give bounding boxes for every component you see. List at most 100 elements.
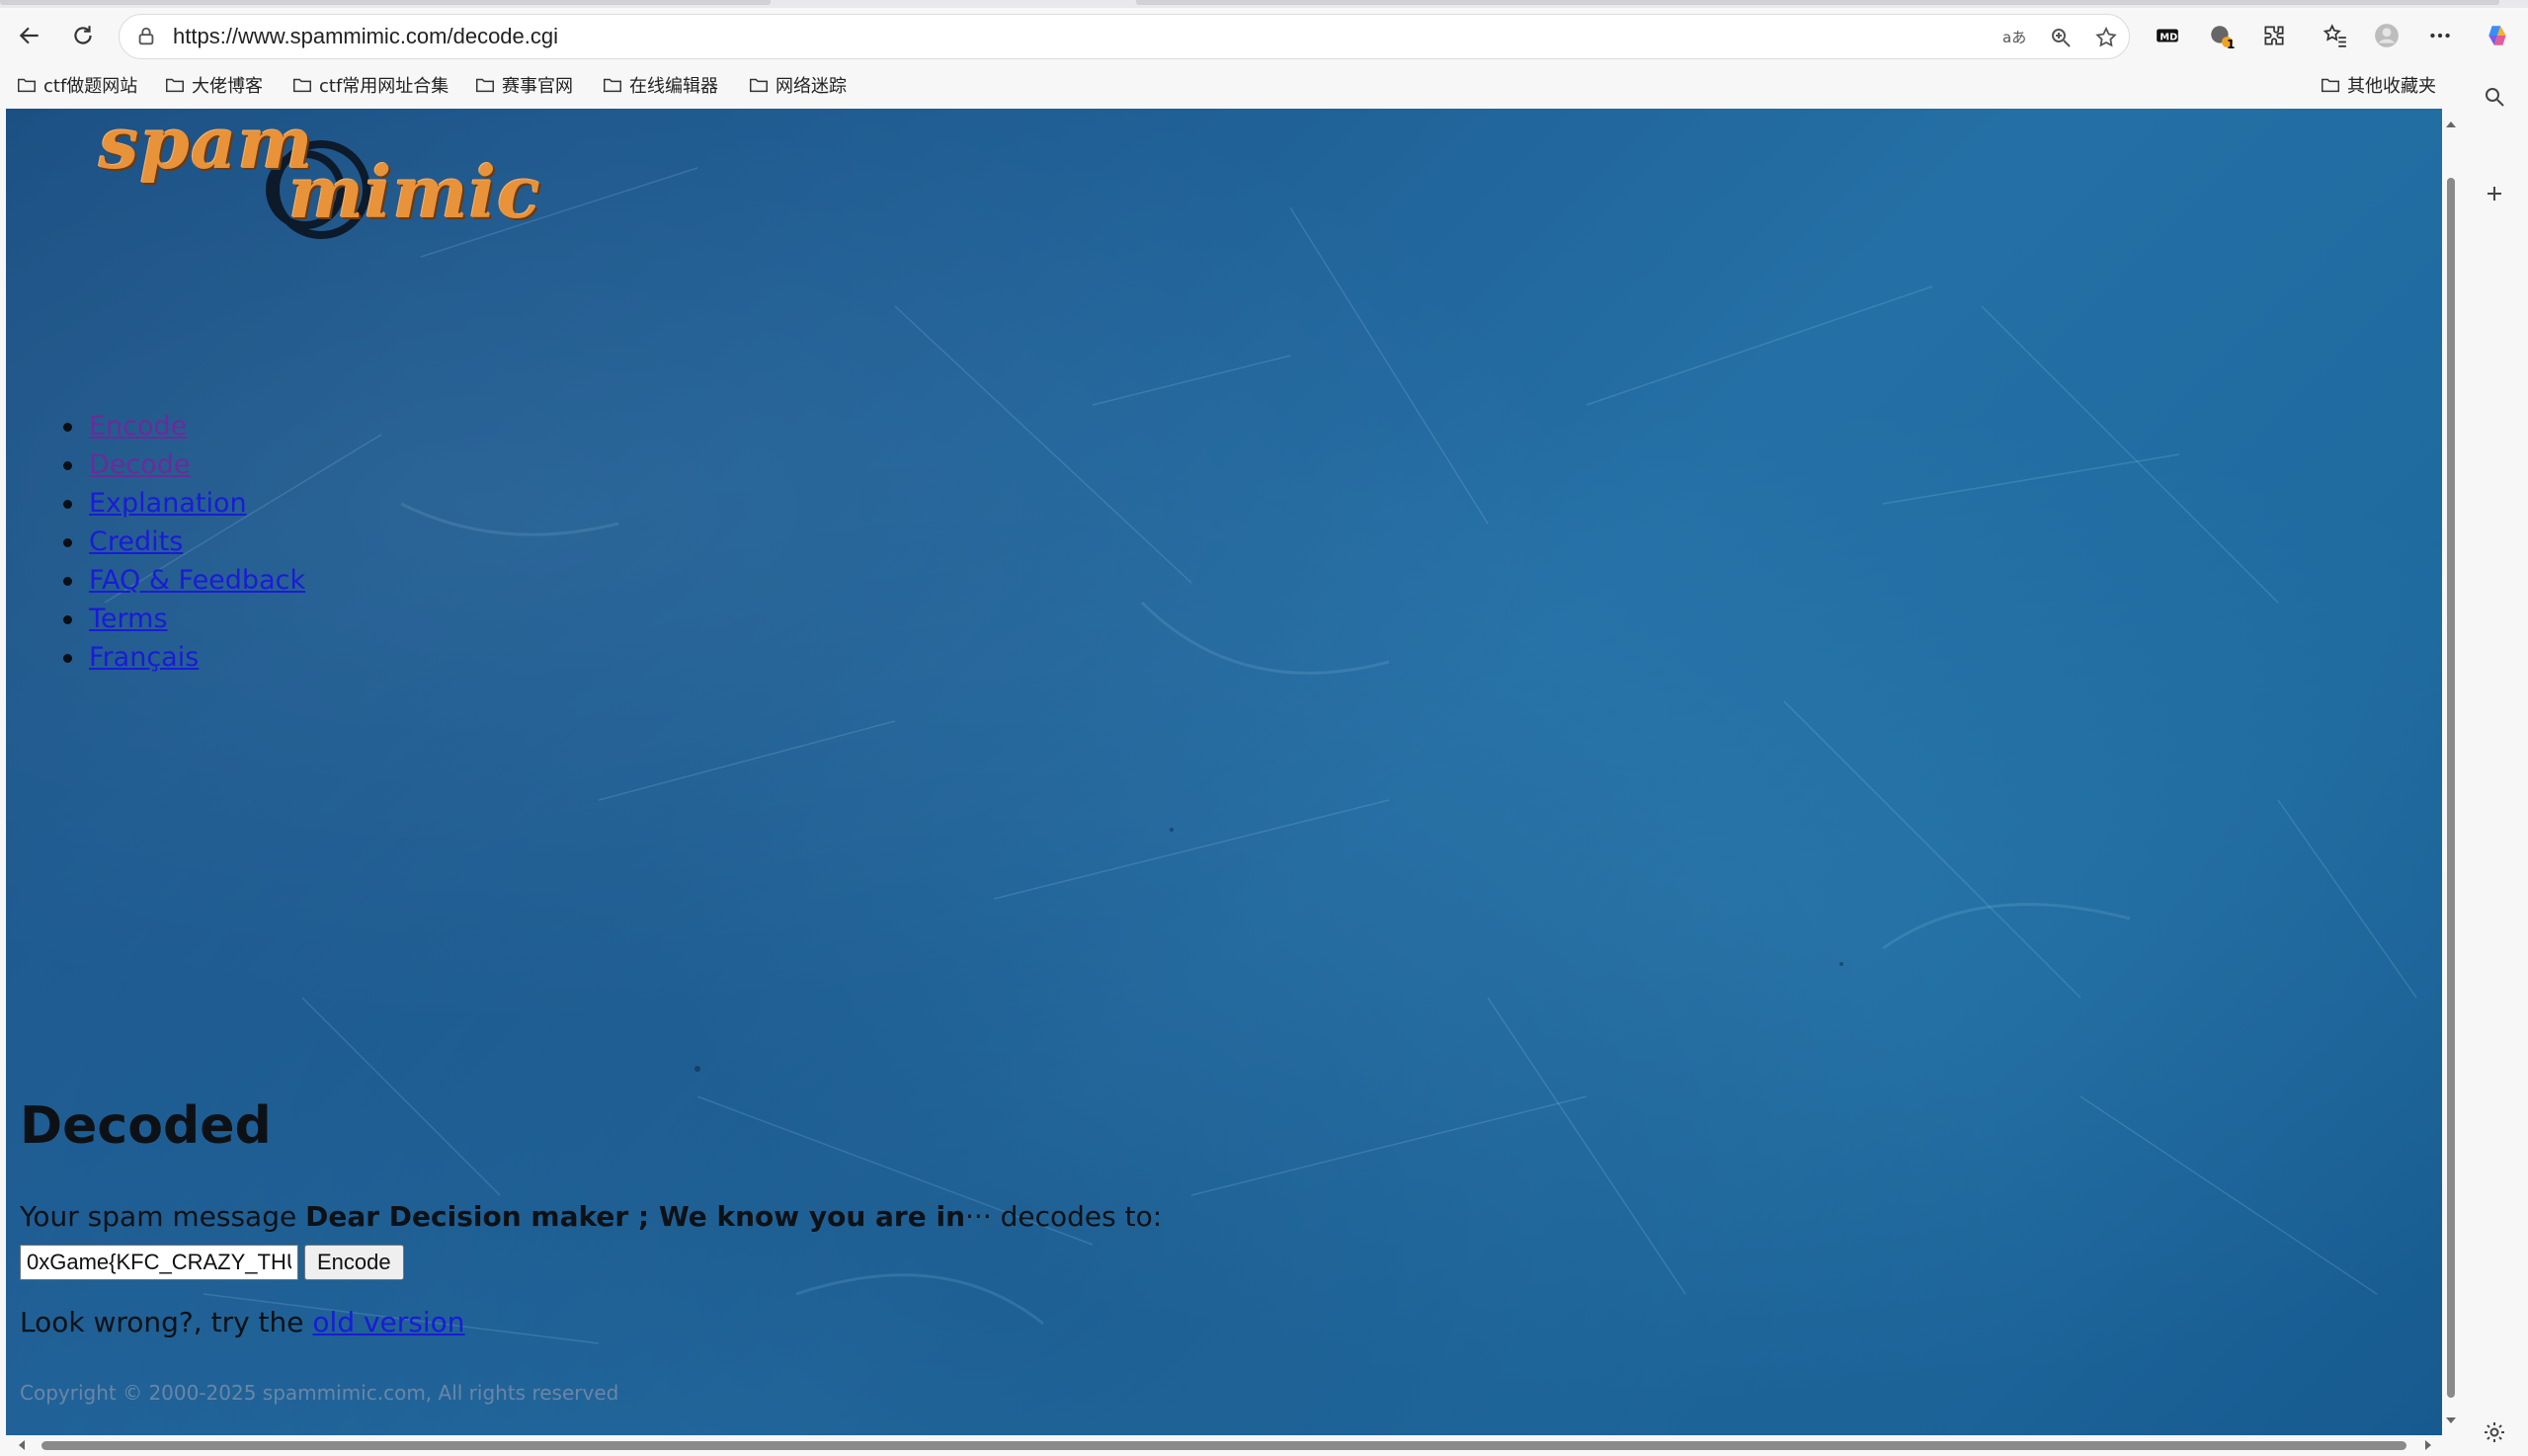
bookmark-folder-ctf-links[interactable]: ctf常用网址合集 [285,71,454,99]
folder-icon [166,78,184,93]
folder-icon [750,78,768,93]
more-menu-button[interactable] [2422,18,2458,53]
nav-item-terms: Terms [55,600,305,638]
nav-item-credits: Credits [55,523,305,561]
page-title: Decoded [20,1096,272,1156]
logo-word-mimic: mimic [288,150,541,234]
bookmark-label: 其他收藏夹 [2347,76,2436,97]
favorite-star-icon[interactable] [2091,23,2121,52]
address-bar[interactable]: https://www.spammimic.com/decode.cgi aあ [119,14,2130,59]
bookmark-folder-editors[interactable]: 在线编辑器 [596,71,724,99]
copilot-button[interactable] [2480,18,2515,53]
bookmark-label: 网络迷踪 [775,76,847,97]
svg-text:aあ: aあ [2002,29,2025,46]
copilot-icon [2488,26,2506,45]
bookmark-folder-blogs[interactable]: 大佬博客 [158,71,269,99]
bookmarks-bar: ctf做题网站 大佬博客 ctf常用网址合集 赛事官网 在线编辑器 网络迷踪 其… [0,63,2528,108]
folder-icon [18,78,36,93]
result-row: Encode [20,1245,404,1280]
nav-link-terms[interactable]: Terms [89,604,168,634]
tab-strip [0,0,2528,8]
decoded-result-input[interactable] [20,1245,298,1280]
nav-item-francais: Français [55,638,305,677]
plus-icon [2487,187,2501,201]
edge-sidebar [2460,63,2528,1456]
favorites-list-icon [2323,24,2346,47]
folder-icon [476,78,494,93]
bookmark-folder-ctf[interactable]: ctf做题网站 [10,71,143,99]
scroll-up-arrow-icon[interactable] [2445,119,2457,130]
nav-link-explanation[interactable]: Explanation [89,488,247,519]
sidebar-search-button[interactable] [2477,79,2512,115]
puzzle-icon [2264,26,2284,45]
spammimic-logo[interactable]: spam mimic [91,109,565,259]
page-viewport: spam mimic Encode Decode Explanation Cre… [6,109,2442,1435]
avatar-icon [2375,24,2399,47]
bookmark-label: 赛事官网 [502,76,573,97]
encode-button[interactable]: Encode [304,1245,404,1280]
scroll-down-arrow-icon[interactable] [2445,1415,2457,1426]
bookmark-folder-events[interactable]: 赛事官网 [468,71,579,99]
nav-item-encode: Encode [55,407,305,445]
message-suffix: decodes to: [1000,1200,1163,1233]
folder-icon [604,78,621,93]
nav-link-credits[interactable]: Credits [89,526,183,557]
folder-icon [2322,78,2339,93]
bookmark-folder-osint[interactable]: 网络迷踪 [742,71,853,99]
background-scratches [104,167,2417,1344]
folder-icon [293,78,311,93]
gear-icon [2485,1422,2504,1442]
back-arrow-icon [19,27,39,44]
vertical-scrollbar[interactable] [2442,109,2460,1435]
copyright-footer: Copyright © 2000-2025 spammimic.com, All… [20,1381,619,1405]
horizontal-scroll-thumb[interactable] [41,1441,2406,1450]
old-version-link[interactable]: old version [312,1306,464,1338]
back-button[interactable] [12,18,47,53]
sidebar-add-button[interactable] [2477,176,2512,211]
nav-item-explanation: Explanation [55,484,305,523]
nav-item-faq: FAQ & Feedback [55,561,305,600]
horizontal-scrollbar[interactable] [6,1435,2442,1456]
bookmark-label: 在线编辑器 [629,76,718,97]
refresh-icon [74,26,92,44]
refresh-button[interactable] [65,18,101,53]
nav-link-encode[interactable]: Encode [89,411,187,442]
message-ellipsis: ··· [965,1200,1001,1233]
nav-link-francais[interactable]: Français [89,642,199,673]
bookmark-label: 大佬博客 [192,76,263,97]
favorites-button[interactable] [2318,18,2353,53]
url-text[interactable]: https://www.spammimic.com/decode.cgi [173,24,558,49]
nav-link-faq[interactable]: FAQ & Feedback [89,565,305,596]
nav-item-decode: Decode [55,445,305,484]
bookmark-label: ctf做题网站 [43,76,138,97]
extensions-button[interactable] [2256,18,2292,53]
bookmark-other-favorites[interactable]: 其他收藏夹 [2314,71,2442,99]
search-icon [2486,88,2504,107]
message-prefix: Your spam message [20,1200,306,1233]
vertical-scroll-thumb[interactable] [2447,178,2455,1398]
look-wrong-text: Look wrong?, try the old version [20,1306,465,1338]
extension-button[interactable]: 1 [2203,18,2239,53]
sidebar-settings-button[interactable] [2477,1415,2512,1450]
main-nav: Encode Decode Explanation Credits FAQ & … [55,407,305,677]
extension-badge: 1 [2227,38,2236,51]
decode-message: Your spam message Dear Decision maker ; … [20,1200,1162,1233]
extension-md-button[interactable]: MD [2150,18,2185,53]
browser-toolbar: https://www.spammimic.com/decode.cgi aあ … [0,8,2528,63]
message-spam-excerpt: Dear Decision maker ; We know you are in [305,1200,966,1233]
logo-word-spam: spam [99,109,314,185]
tab-hint-left [0,0,771,5]
tab-hint-right [1136,0,2499,5]
bookmark-label: ctf常用网址合集 [319,76,449,97]
scroll-left-arrow-icon[interactable] [16,1439,28,1451]
look-wrong-prefix: Look wrong?, try the [20,1306,313,1338]
markdown-icon: MD [2157,29,2178,42]
svg-text:MD: MD [2160,32,2177,42]
read-aloud-translate-icon[interactable]: aあ [1998,23,2028,52]
scroll-right-arrow-icon[interactable] [2422,1439,2434,1451]
profile-button[interactable] [2369,18,2405,53]
zoom-icon[interactable] [2046,23,2076,52]
nav-link-decode[interactable]: Decode [89,449,191,480]
site-info-icon[interactable] [133,24,159,49]
more-dots-icon [2430,33,2450,39]
